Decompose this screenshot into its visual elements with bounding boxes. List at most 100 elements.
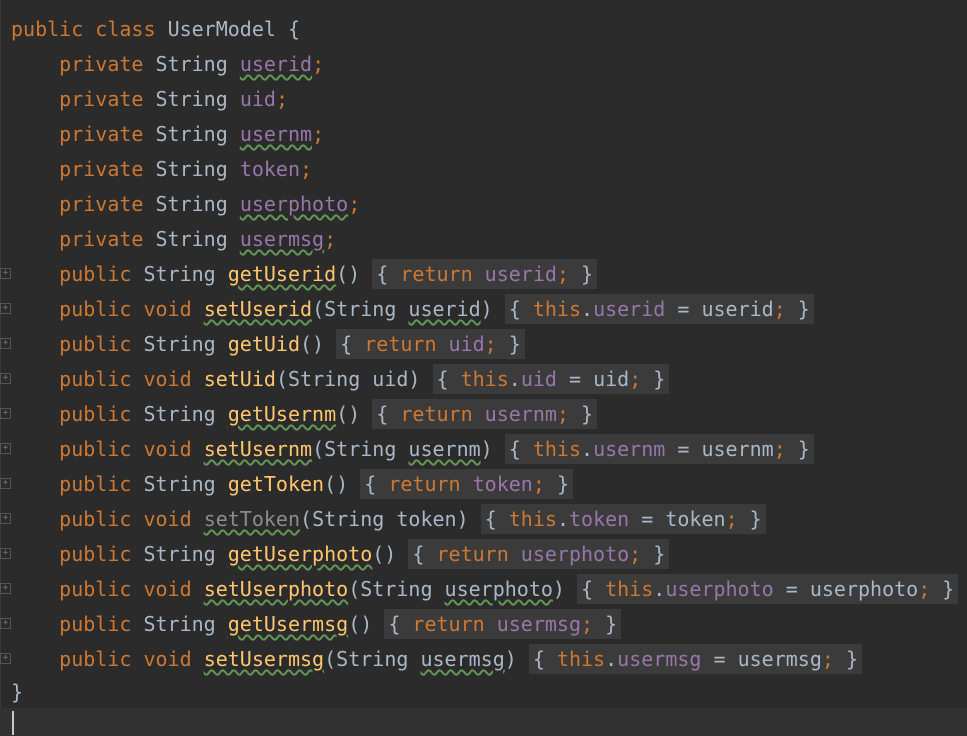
field-line[interactable]: private String usermsg;	[11, 222, 336, 257]
keyword-this: this	[532, 437, 582, 461]
field-ref: usermsg	[617, 647, 702, 671]
method-modifier: public	[59, 542, 132, 566]
keyword-this: this	[508, 507, 557, 531]
method-name: setUsernm	[203, 437, 313, 461]
text-caret	[12, 711, 14, 735]
open-brace: {	[340, 332, 353, 356]
field-name: usermsg	[239, 227, 325, 251]
return-value: uid	[448, 332, 485, 356]
param-name: userid	[408, 297, 481, 321]
semicolon: ;	[556, 402, 569, 426]
getter-line[interactable]: public String getUsermsg() { return user…	[11, 607, 622, 642]
field-line[interactable]: private String token;	[11, 152, 312, 187]
setter-line[interactable]: public void setUserid(String userid) { t…	[11, 292, 814, 327]
method-body: { return uid; }	[336, 329, 525, 359]
fold-icon[interactable]: +	[0, 373, 11, 384]
field-type: String	[155, 52, 228, 76]
setter-line[interactable]: public void setUserphoto(String userphot…	[11, 572, 959, 607]
field-type: String	[155, 87, 228, 111]
method-name: setUid	[203, 367, 276, 391]
assign-op: =	[677, 297, 690, 321]
method-modifier: public	[59, 367, 132, 391]
method-body: { this.userid = userid; }	[504, 294, 814, 324]
method-name: setUserid	[203, 297, 313, 321]
class-close-line[interactable]: }	[11, 675, 23, 710]
getter-line[interactable]: public String getUsernm() { return usern…	[11, 397, 598, 432]
method-name: getUserid	[227, 262, 337, 286]
field-ref: userid	[593, 297, 666, 321]
field-modifier: private	[59, 87, 144, 111]
method-body: { this.usernm = usernm; }	[504, 434, 814, 464]
code-editor[interactable]: public class UserModel { private String …	[0, 0, 967, 736]
setter-line[interactable]: public void setToken(String token) { thi…	[11, 502, 766, 537]
setter-line[interactable]: public void setUid(String uid) { this.ui…	[11, 362, 670, 397]
assign-value: token	[665, 507, 726, 531]
fold-icon[interactable]: +	[0, 513, 11, 524]
method-name: setUsermsg	[203, 647, 325, 671]
method-params: ()	[336, 402, 361, 426]
semicolon: ;	[725, 507, 738, 531]
open-brace: {	[508, 437, 521, 461]
field-line[interactable]: private String usernm;	[11, 117, 324, 152]
method-body: { return userphoto; }	[408, 539, 670, 569]
param-type: String	[324, 437, 397, 461]
method-modifier: public	[59, 262, 132, 286]
field-line[interactable]: private String userid;	[11, 47, 324, 82]
class-declaration-line[interactable]: public class UserModel {	[11, 12, 300, 47]
param-name: uid	[372, 367, 409, 391]
open-brace: {	[581, 577, 594, 601]
param-name: usernm	[408, 437, 481, 461]
close-brace: }	[797, 297, 810, 321]
fold-icon[interactable]: +	[0, 408, 11, 419]
fold-icon[interactable]: +	[0, 548, 11, 559]
method-name: setToken	[203, 507, 301, 531]
close-brace: }	[653, 367, 666, 391]
fold-icon[interactable]: +	[0, 338, 11, 349]
assign-op: =	[677, 437, 690, 461]
return-type: String	[143, 332, 216, 356]
semicolon: ;	[300, 157, 313, 181]
return-type: String	[143, 472, 216, 496]
getter-line[interactable]: public String getUid() { return uid; }	[11, 327, 525, 362]
keyword-this: this	[532, 297, 582, 321]
open-brace: {	[388, 612, 401, 636]
keyword-this: this	[556, 647, 606, 671]
fold-icon[interactable]: +	[0, 268, 11, 279]
keyword-return: return	[364, 332, 437, 356]
getter-line[interactable]: public String getToken() { return token;…	[11, 467, 573, 502]
current-line-highlight[interactable]	[0, 708, 967, 736]
method-params: ()	[300, 332, 325, 356]
method-modifier: public	[59, 297, 132, 321]
close-brace: }	[845, 647, 859, 671]
fold-icon[interactable]: +	[0, 443, 11, 454]
return-type: void	[143, 367, 192, 391]
getter-line[interactable]: public String getUserphoto() { return us…	[11, 537, 670, 572]
close-brace: }	[556, 472, 569, 496]
field-name: userid	[239, 52, 313, 76]
assign-value: usernm	[701, 437, 774, 461]
assign-value: usermsg	[737, 647, 822, 671]
field-modifier: private	[59, 192, 144, 216]
fold-icon[interactable]: +	[0, 618, 11, 629]
setter-line[interactable]: public void setUsermsg(String usermsg) {…	[11, 642, 863, 677]
semicolon: ;	[629, 542, 642, 566]
field-name: userphoto	[239, 192, 349, 216]
return-value: userphoto	[520, 542, 630, 566]
getter-line[interactable]: public String getUserid() { return useri…	[11, 257, 598, 292]
fold-icon[interactable]: +	[0, 478, 11, 489]
field-line[interactable]: private String uid;	[11, 82, 288, 117]
field-ref: userphoto	[665, 577, 774, 601]
setter-line[interactable]: public void setUsernm(String usernm) { t…	[11, 432, 814, 467]
field-name: usernm	[239, 122, 313, 146]
field-line[interactable]: private String userphoto;	[11, 187, 360, 222]
method-params: ()	[372, 542, 397, 566]
fold-icon[interactable]: +	[0, 653, 11, 664]
assign-value: userid	[701, 297, 774, 321]
return-type: void	[143, 437, 192, 461]
method-modifier: public	[59, 437, 132, 461]
field-modifier: private	[59, 52, 144, 76]
method-modifier: public	[59, 332, 132, 356]
fold-icon[interactable]: +	[0, 583, 11, 594]
keyword-return: return	[388, 472, 461, 496]
fold-icon[interactable]: +	[0, 303, 11, 314]
